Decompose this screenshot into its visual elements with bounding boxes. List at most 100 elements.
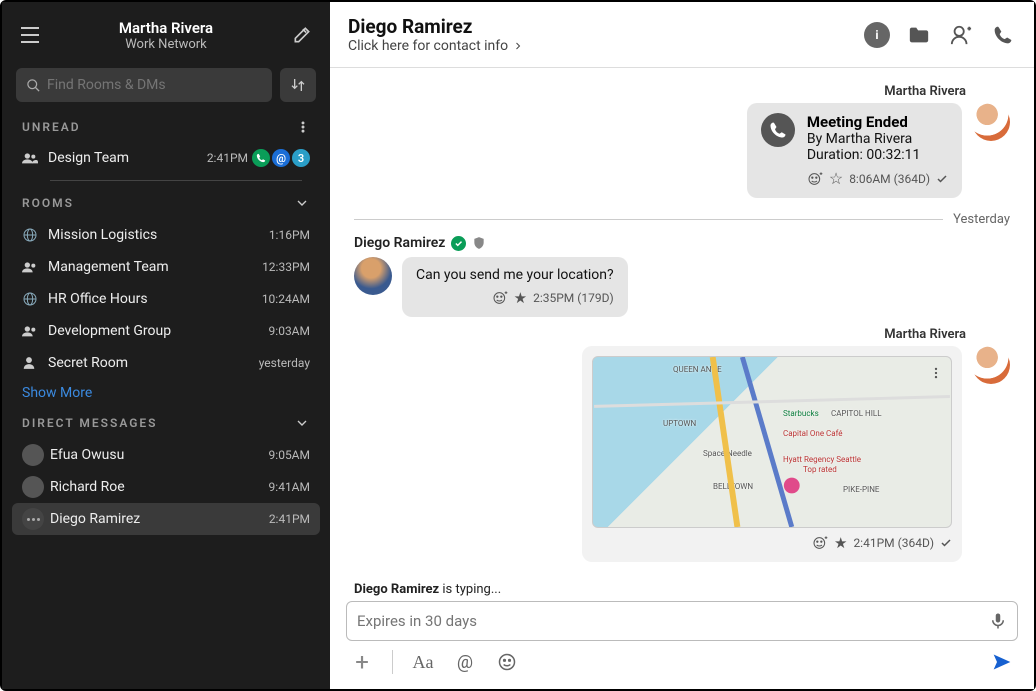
composer-input-wrap[interactable] xyxy=(346,601,1018,641)
check-icon xyxy=(940,537,952,549)
avatar[interactable] xyxy=(354,257,392,295)
chat-pane: Diego Ramirez Click here for contact inf… xyxy=(330,2,1034,689)
room-time: 1:16PM xyxy=(269,228,310,242)
format-button[interactable]: Aa xyxy=(411,650,435,674)
section-label: ROOMS xyxy=(22,196,74,210)
room-time: 2:41PM xyxy=(207,151,248,165)
avatar xyxy=(22,476,44,498)
room-label: HR Office Hours xyxy=(48,291,262,307)
smile-icon xyxy=(497,652,517,672)
sender-name: Diego Ramirez xyxy=(354,235,445,251)
emoji-button[interactable] xyxy=(495,650,519,674)
meeting-duration: Duration: 00:32:11 xyxy=(807,147,948,163)
react-icon[interactable] xyxy=(812,535,828,551)
room-label: Mission Logistics xyxy=(48,227,269,243)
dm-item[interactable]: Diego Ramirez2:41PM xyxy=(12,503,320,535)
meeting-by: By Martha Rivera xyxy=(807,131,948,147)
globe-icon xyxy=(22,227,48,243)
sender-name: Martha Rivera xyxy=(884,84,966,99)
dm-item[interactable]: Richard Roe9:41AM xyxy=(2,471,330,503)
current-user-name: Martha Rivera xyxy=(46,19,286,37)
hamburger-menu[interactable] xyxy=(14,19,46,51)
search-icon xyxy=(26,78,41,93)
room-label: Design Team xyxy=(48,150,207,166)
sidebar-search-input[interactable] xyxy=(47,77,262,93)
avatar[interactable] xyxy=(972,103,1010,141)
send-button[interactable] xyxy=(990,650,1014,674)
map-preview[interactable]: QUEEN ANNE UPTOWN BELLTOWN CAPITOL HILL … xyxy=(592,356,952,528)
chat-title: Diego Ramirez xyxy=(348,15,864,38)
current-network: Work Network xyxy=(46,37,286,52)
compose-button[interactable] xyxy=(286,19,318,51)
group-icon xyxy=(22,261,48,273)
composer-input[interactable] xyxy=(357,612,989,630)
room-label: Development Group xyxy=(48,323,269,339)
star-icon[interactable]: ★ xyxy=(514,289,527,307)
section-header-rooms[interactable]: ROOMS xyxy=(2,187,330,219)
room-item[interactable]: Development Group9:03AM xyxy=(2,315,330,347)
star-icon[interactable]: ☆ xyxy=(829,169,843,188)
message-list[interactable]: Martha Rivera Meeting Ended By Martha Ri… xyxy=(330,68,1034,580)
add-user-button[interactable] xyxy=(948,22,974,48)
contact-info-link[interactable]: Click here for contact info xyxy=(348,38,864,54)
group-icon xyxy=(22,152,38,164)
more-icon[interactable] xyxy=(296,120,310,134)
star-icon[interactable]: ★ xyxy=(834,534,847,552)
date-divider: Yesterday xyxy=(354,212,1010,227)
person-icon xyxy=(22,356,48,370)
room-label: Secret Room xyxy=(48,355,259,371)
files-button[interactable] xyxy=(906,22,932,48)
react-icon[interactable] xyxy=(492,290,508,306)
room-item[interactable]: Mission Logistics1:16PM xyxy=(2,219,330,251)
mention-button[interactable]: @ xyxy=(453,650,477,674)
room-time: yesterday xyxy=(259,356,310,370)
compose-icon xyxy=(292,25,312,45)
room-label: Management Team xyxy=(48,259,262,275)
dm-label: Diego Ramirez xyxy=(50,511,269,527)
count-badge: 3 xyxy=(292,149,310,167)
dm-item[interactable]: Efua Owusu9:05AM xyxy=(2,439,330,471)
phone-end-icon xyxy=(761,113,795,147)
chevron-right-icon xyxy=(512,40,524,52)
show-more-link[interactable]: Show More xyxy=(2,379,330,407)
sort-button[interactable] xyxy=(280,68,316,102)
section-header-dms[interactable]: DIRECT MESSAGES xyxy=(2,407,330,439)
room-item[interactable]: HR Office Hours10:24AM xyxy=(2,283,330,315)
menu-icon xyxy=(20,27,40,43)
call-button[interactable] xyxy=(990,22,1016,48)
mic-icon[interactable] xyxy=(989,611,1007,631)
message-time: 2:41PM (364D) xyxy=(853,536,934,550)
react-icon[interactable] xyxy=(807,171,823,187)
unread-item-design-team[interactable]: Design Team 2:41PM @ 3 xyxy=(2,142,330,174)
dm-label: Richard Roe xyxy=(50,479,269,495)
map-roads xyxy=(593,357,951,527)
section-header-unread: UNREAD xyxy=(2,112,330,142)
room-item[interactable]: Secret Roomyesterday xyxy=(2,347,330,379)
room-item[interactable]: Management Team12:33PM xyxy=(2,251,330,283)
phone-icon xyxy=(993,25,1013,45)
phone-badge xyxy=(252,149,270,167)
info-button[interactable]: i xyxy=(864,22,890,48)
section-label: DIRECT MESSAGES xyxy=(22,416,158,430)
chat-header: Diego Ramirez Click here for contact inf… xyxy=(330,2,1034,68)
user-plus-icon xyxy=(950,24,972,46)
avatar[interactable] xyxy=(972,346,1010,384)
attach-button[interactable]: + xyxy=(350,650,374,674)
message-time: 2:35PM (179D) xyxy=(533,291,614,305)
folder-icon xyxy=(908,25,930,45)
message-time: 8:06AM (364D) xyxy=(849,172,930,186)
globe-icon xyxy=(22,291,48,307)
typing-icon xyxy=(22,508,44,530)
typing-indicator: Diego Ramirez is typing... xyxy=(330,580,1034,601)
group-icon xyxy=(22,325,48,337)
section-label: UNREAD xyxy=(22,120,81,134)
shield-icon xyxy=(472,236,487,251)
meeting-title: Meeting Ended xyxy=(807,113,948,131)
text-bubble: Can you send me your location? ★ 2:35PM … xyxy=(402,257,628,317)
divider xyxy=(392,650,393,674)
meeting-bubble: Meeting Ended By Martha Rivera Duration:… xyxy=(747,103,962,198)
sidebar-search[interactable] xyxy=(16,68,272,102)
identity-block[interactable]: Martha Rivera Work Network xyxy=(46,19,286,52)
composer: + Aa @ xyxy=(330,601,1034,689)
sidebar: Martha Rivera Work Network UNREAD Design… xyxy=(2,2,330,689)
